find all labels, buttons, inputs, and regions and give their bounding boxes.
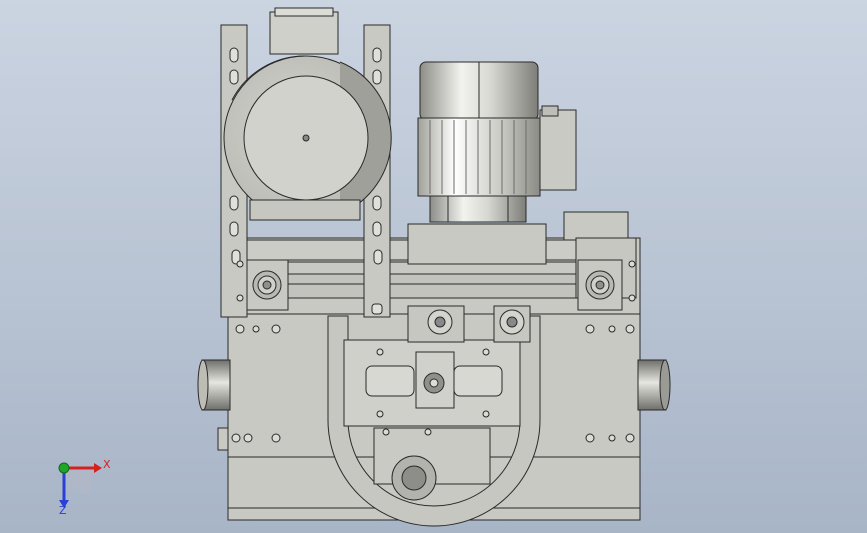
z-axis-label: Z (59, 504, 67, 517)
terminal-box (539, 109, 577, 191)
right-sprocket (493, 305, 531, 343)
left-sprocket (407, 305, 465, 343)
right-bearing-block (577, 259, 623, 311)
assembly-drawing (0, 0, 867, 533)
right-frame-box (563, 211, 629, 241)
left-shaft-stub (197, 359, 231, 411)
cad-viewport[interactable] (0, 0, 867, 533)
x-axis-label: X (103, 458, 111, 471)
right-shaft-stub (637, 359, 671, 411)
left-bearing-block (243, 259, 289, 311)
